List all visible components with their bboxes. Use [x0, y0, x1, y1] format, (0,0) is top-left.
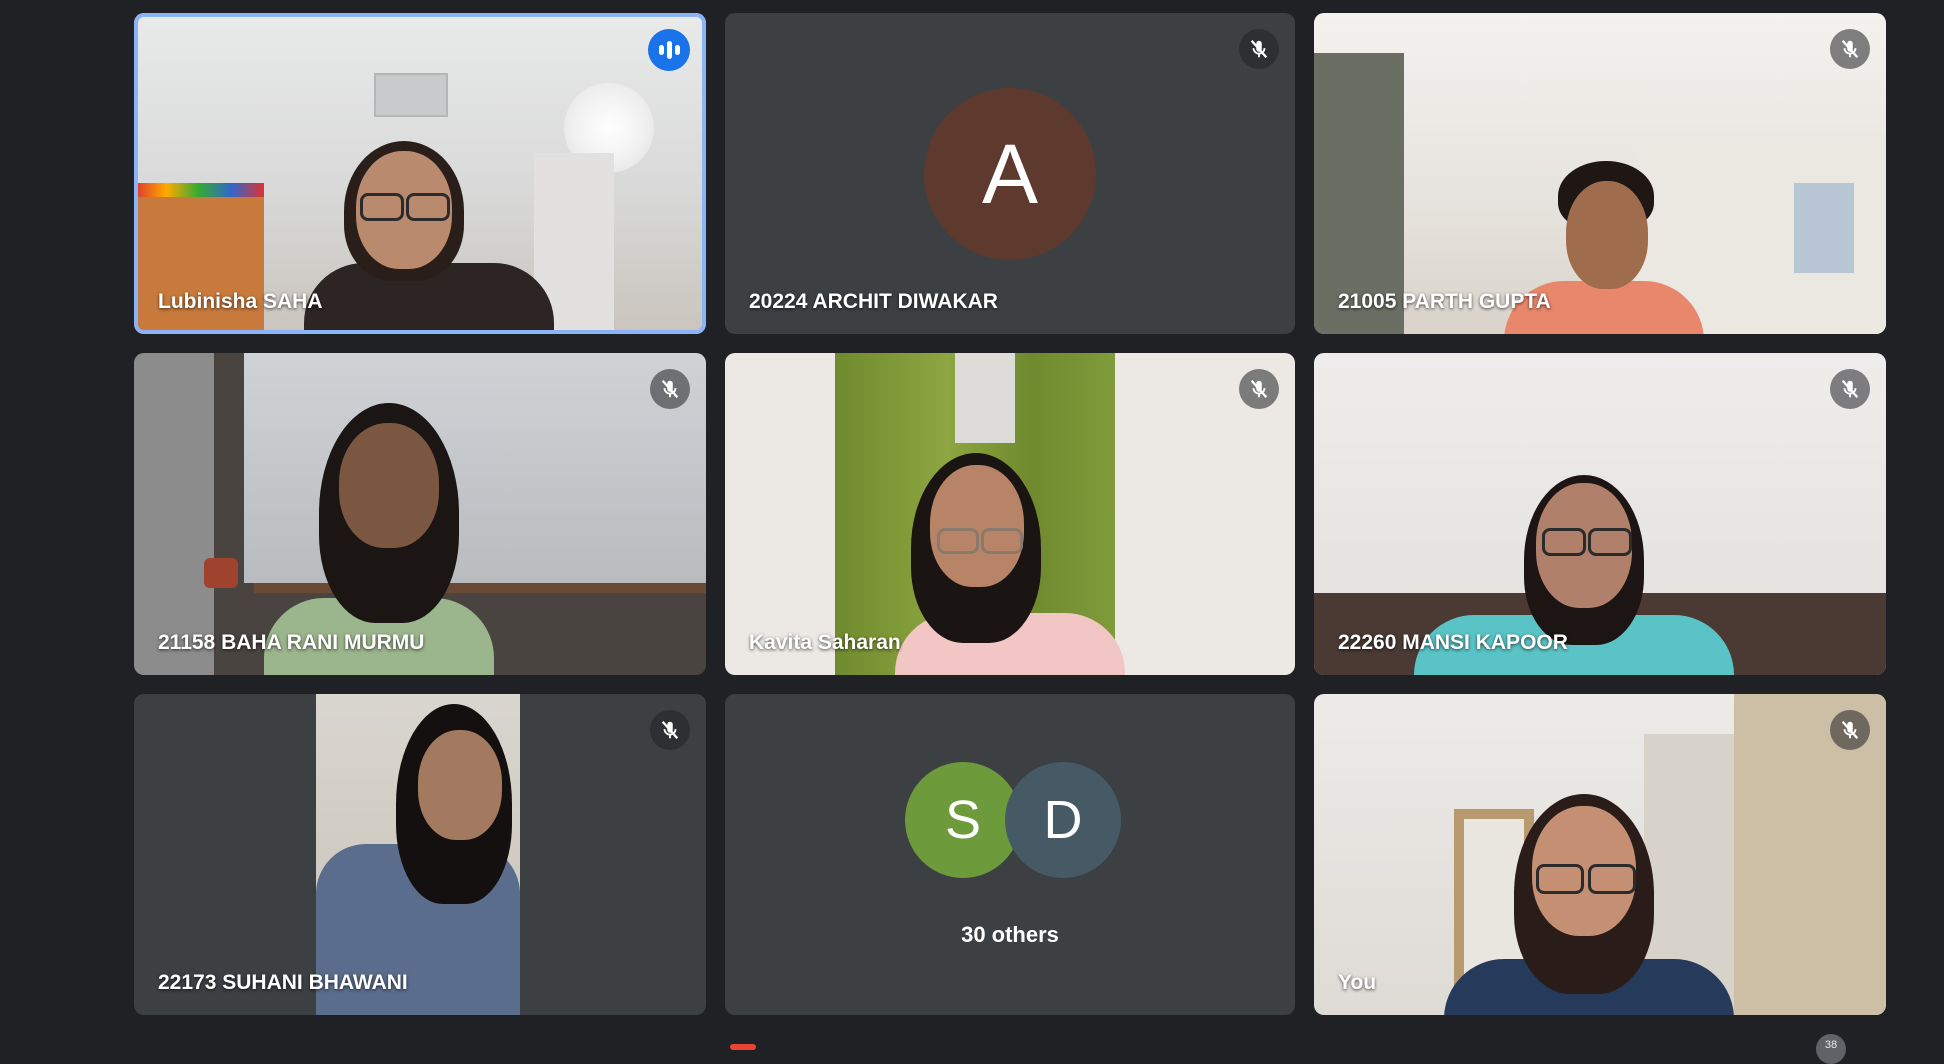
- leave-call-button-edge[interactable]: [730, 1044, 756, 1050]
- participant-tile-archit-diwakar[interactable]: A 20224 ARCHIT DIWAKAR: [725, 13, 1295, 334]
- mic-off-icon: [1830, 710, 1870, 750]
- participant-tile-parth-gupta[interactable]: 21005 PARTH GUPTA: [1314, 13, 1886, 334]
- participant-name: Kavita Saharan: [749, 631, 901, 654]
- participant-name: 22260 MANSI KAPOOR: [1338, 631, 1568, 654]
- mic-off-icon: [1239, 29, 1279, 69]
- participant-tile-mansi-kapoor[interactable]: 22260 MANSI KAPOOR: [1314, 353, 1886, 675]
- participant-tile-self[interactable]: You: [1314, 694, 1886, 1015]
- mic-off-icon: [1830, 369, 1870, 409]
- avatar-letter: A: [981, 126, 1039, 221]
- participant-name: 21005 PARTH GUPTA: [1338, 290, 1551, 313]
- participant-name: You: [1338, 971, 1377, 994]
- mic-off-icon: [1239, 369, 1279, 409]
- avatar-letter: S: [944, 790, 982, 850]
- mic-off-icon: [650, 710, 690, 750]
- participant-tile-lubinisha-saha[interactable]: Lubinisha SAHA: [134, 13, 706, 334]
- audio-level-icon: [648, 29, 690, 71]
- others-tile[interactable]: S D 30 others: [725, 694, 1295, 1015]
- others-count-label: 30 others: [961, 922, 1059, 947]
- avatar: D: [1005, 762, 1121, 878]
- participant-name: Lubinisha SAHA: [158, 290, 323, 313]
- avatar: S: [905, 762, 1021, 878]
- mic-off-icon: [650, 369, 690, 409]
- participant-name: 22173 SUHANI BHAWANI: [158, 971, 408, 994]
- participant-tile-suhani-bhawani[interactable]: 22173 SUHANI BHAWANI: [134, 694, 706, 1015]
- participant-count-badge[interactable]: 38: [1816, 1034, 1846, 1064]
- participant-name: 21158 BAHA RANI MURMU: [158, 631, 425, 654]
- mic-off-icon: [1830, 29, 1870, 69]
- video-grid: Lubinisha SAHA A 20224 ARCHIT DIWAKAR 21…: [0, 0, 1944, 1048]
- avatar-letter: D: [1043, 790, 1083, 850]
- participant-tile-kavita-saharan[interactable]: Kavita Saharan: [725, 353, 1295, 675]
- participant-name: 20224 ARCHIT DIWAKAR: [749, 290, 998, 313]
- participant-tile-baha-rani-murmu[interactable]: 21158 BAHA RANI MURMU: [134, 353, 706, 675]
- avatar: A: [924, 88, 1096, 260]
